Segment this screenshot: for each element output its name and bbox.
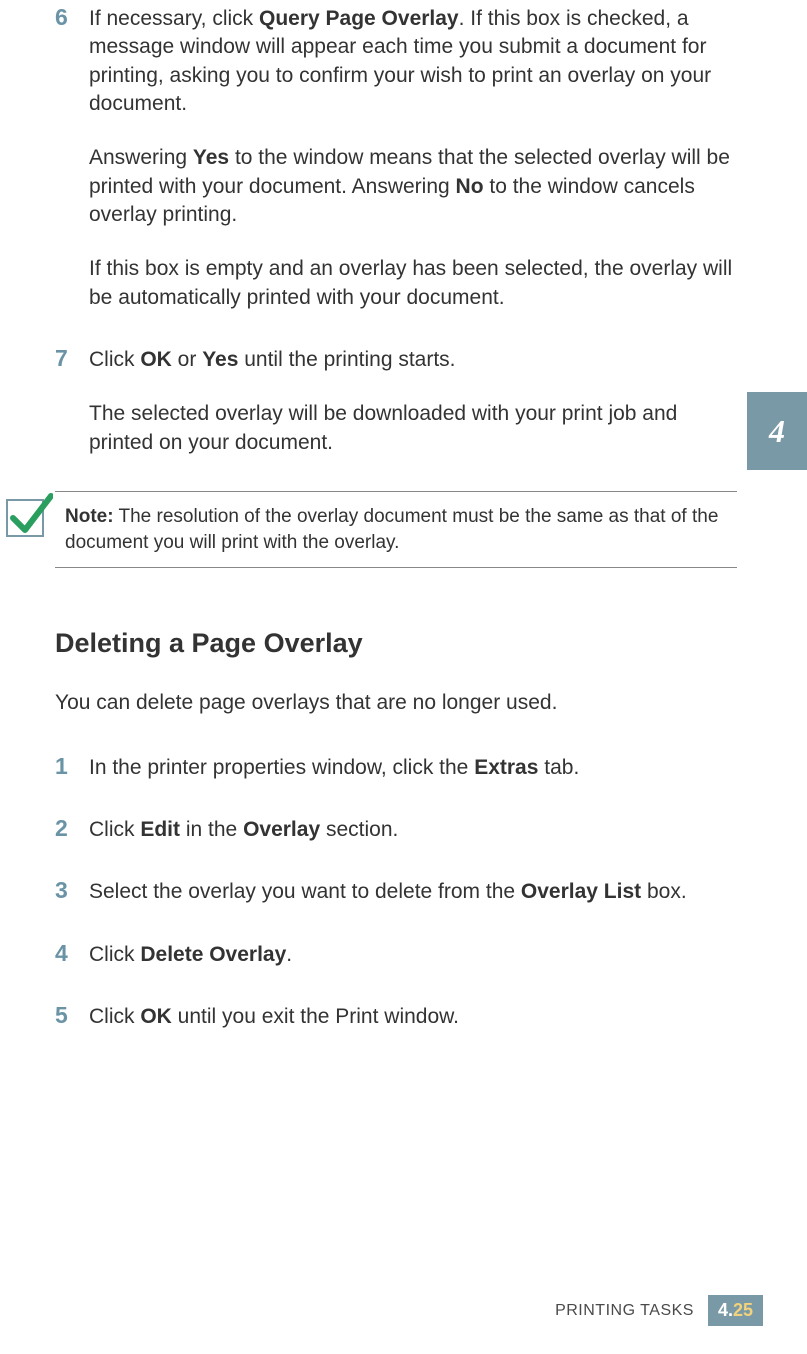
step-paragraph: Click OK or Yes until the printing start…: [89, 346, 737, 374]
step-number: 7: [55, 346, 89, 457]
step-number: 6: [55, 5, 89, 312]
step-7: 7 Click OK or Yes until the printing sta…: [55, 346, 737, 457]
step-number: 2: [55, 816, 89, 844]
step-paragraph: If necessary, click Query Page Overlay. …: [89, 5, 737, 118]
checkmark-icon: [5, 492, 53, 540]
step-3: 3 Select the overlay you want to delete …: [55, 878, 737, 906]
chapter-tab-number: 4: [769, 413, 785, 450]
step-number: 5: [55, 1003, 89, 1031]
step-number: 4: [55, 941, 89, 969]
step-body: Click OK until you exit the Print window…: [89, 1003, 737, 1031]
step-body: Click Edit in the Overlay section.: [89, 816, 737, 844]
step-6: 6 If necessary, click Query Page Overlay…: [55, 5, 737, 312]
step-5: 5 Click OK until you exit the Print wind…: [55, 1003, 737, 1031]
step-body: Select the overlay you want to delete fr…: [89, 878, 737, 906]
note-text: Note: The resolution of the overlay docu…: [65, 504, 737, 555]
step-number: 3: [55, 878, 89, 906]
section-heading: Deleting a Page Overlay: [55, 628, 737, 659]
page-footer: PRINTING TASKS 4.25: [555, 1295, 763, 1326]
page-content: 6 If necessary, click Query Page Overlay…: [0, 0, 807, 1031]
footer-section-label: PRINTING TASKS: [555, 1302, 694, 1320]
note-block: Note: The resolution of the overlay docu…: [55, 491, 737, 568]
step-body: Click Delete Overlay.: [89, 941, 737, 969]
step-paragraph: In the printer properties window, click …: [89, 754, 737, 782]
chapter-tab: 4: [747, 392, 807, 470]
step-number: 1: [55, 754, 89, 782]
step-paragraph: Answering Yes to the window means that t…: [89, 144, 737, 229]
section-intro: You can delete page overlays that are no…: [55, 689, 737, 717]
step-paragraph: Click Delete Overlay.: [89, 941, 737, 969]
step-body: If necessary, click Query Page Overlay. …: [89, 5, 737, 312]
step-paragraph: Click Edit in the Overlay section.: [89, 816, 737, 844]
step-paragraph: Click OK until you exit the Print window…: [89, 1003, 737, 1031]
step-paragraph: The selected overlay will be downloaded …: [89, 400, 737, 457]
step-2: 2 Click Edit in the Overlay section.: [55, 816, 737, 844]
step-body: In the printer properties window, click …: [89, 754, 737, 782]
step-paragraph: If this box is empty and an overlay has …: [89, 255, 737, 312]
footer-page-badge: 4.25: [708, 1295, 763, 1326]
step-1: 1 In the printer properties window, clic…: [55, 754, 737, 782]
step-4: 4 Click Delete Overlay.: [55, 941, 737, 969]
step-paragraph: Select the overlay you want to delete fr…: [89, 878, 737, 906]
step-body: Click OK or Yes until the printing start…: [89, 346, 737, 457]
footer-page-number: 25: [733, 1300, 753, 1321]
footer-chapter-number: 4.: [718, 1300, 733, 1321]
